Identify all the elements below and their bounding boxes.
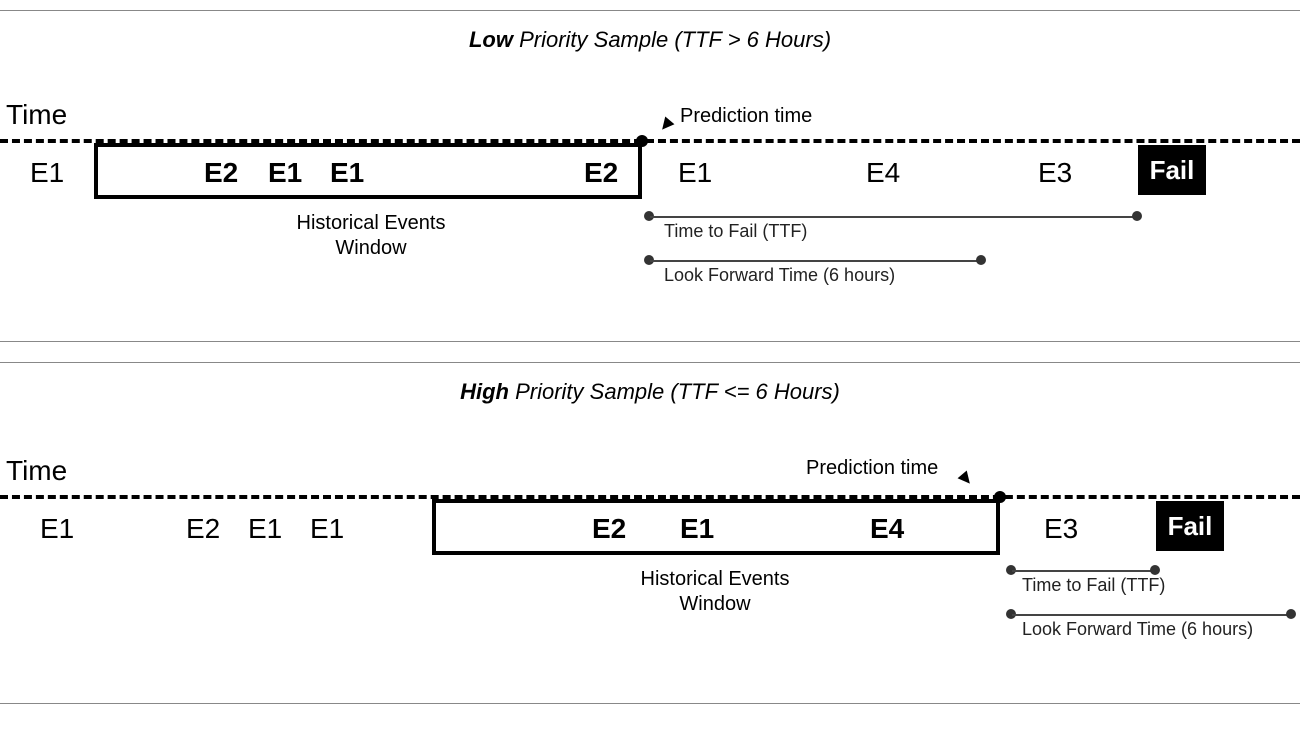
event-e1: E1 bbox=[310, 513, 344, 545]
event-e4: E4 bbox=[870, 513, 904, 545]
figure: Low Priority Sample (TTF > 6 Hours) Time… bbox=[0, 0, 1300, 731]
ttf-span-label: Time to Fail (TTF) bbox=[1022, 575, 1165, 596]
event-e3: E3 bbox=[1038, 157, 1072, 189]
prediction-time-label: Prediction time bbox=[806, 457, 938, 480]
lft-span-end-dot bbox=[976, 255, 986, 265]
fail-box: Fail bbox=[1138, 145, 1206, 195]
ttf-span-end-dot bbox=[1132, 211, 1142, 221]
lft-span-label: Look Forward Time (6 hours) bbox=[1022, 619, 1253, 640]
prediction-time-dot bbox=[994, 491, 1006, 503]
lft-span-line bbox=[650, 260, 980, 262]
event-e4: E4 bbox=[866, 157, 900, 189]
panel-a-title: Low Priority Sample (TTF > 6 Hours) bbox=[0, 27, 1300, 53]
historical-events-window-box bbox=[94, 143, 642, 199]
event-e1: E1 bbox=[330, 157, 364, 189]
prediction-time-arrow-icon bbox=[658, 117, 675, 134]
prediction-time-label: Prediction time bbox=[680, 105, 812, 128]
event-e1: E1 bbox=[678, 157, 712, 189]
panel-high-priority: High Priority Sample (TTF <= 6 Hours) Ti… bbox=[0, 362, 1300, 704]
ttf-span-line bbox=[1012, 570, 1154, 572]
event-e2: E2 bbox=[204, 157, 238, 189]
event-e2: E2 bbox=[592, 513, 626, 545]
event-e1: E1 bbox=[40, 513, 74, 545]
prediction-time-arrow-icon bbox=[958, 471, 975, 488]
lft-span-line bbox=[1012, 614, 1290, 616]
event-e1: E1 bbox=[268, 157, 302, 189]
event-e3: E3 bbox=[1044, 513, 1078, 545]
time-axis-label: Time bbox=[6, 99, 67, 131]
ttf-span-end-dot bbox=[1150, 565, 1160, 575]
event-e2: E2 bbox=[584, 157, 618, 189]
ttf-span-label: Time to Fail (TTF) bbox=[664, 221, 807, 242]
event-e1: E1 bbox=[680, 513, 714, 545]
lft-span-end-dot bbox=[1286, 609, 1296, 619]
time-axis-label: Time bbox=[6, 455, 67, 487]
historical-events-window-box bbox=[432, 499, 1000, 555]
ttf-span-line bbox=[650, 216, 1136, 218]
event-e1: E1 bbox=[248, 513, 282, 545]
historical-events-window-label: Historical EventsWindow bbox=[246, 211, 496, 261]
historical-events-window-label: Historical EventsWindow bbox=[590, 567, 840, 617]
event-e2: E2 bbox=[186, 513, 220, 545]
prediction-time-dot bbox=[636, 135, 648, 147]
fail-box: Fail bbox=[1156, 501, 1224, 551]
panel-b-title: High Priority Sample (TTF <= 6 Hours) bbox=[0, 379, 1300, 405]
event-e1: E1 bbox=[30, 157, 64, 189]
lft-span-label: Look Forward Time (6 hours) bbox=[664, 265, 895, 286]
panel-low-priority: Low Priority Sample (TTF > 6 Hours) Time… bbox=[0, 10, 1300, 342]
